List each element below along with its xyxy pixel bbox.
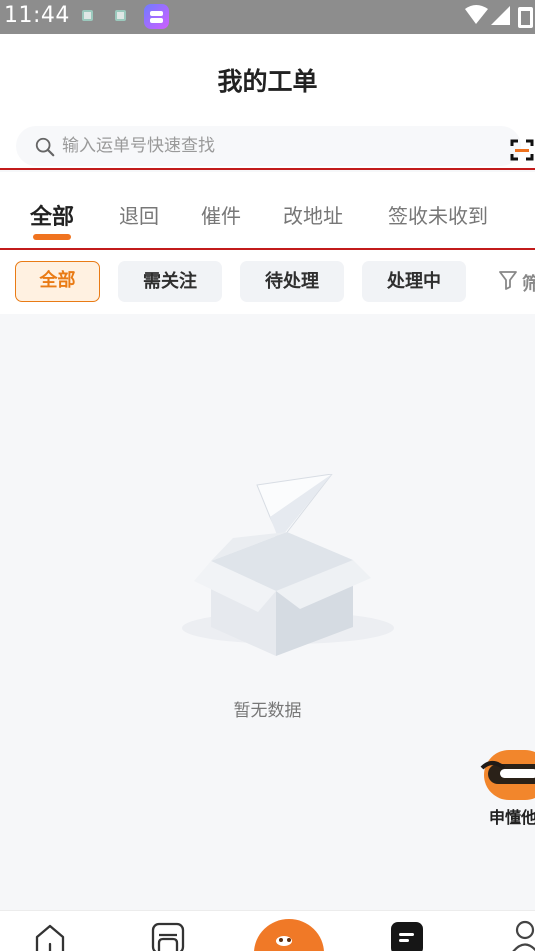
- profile-icon[interactable]: [510, 919, 535, 951]
- app-notification-icon: [144, 4, 169, 29]
- search-box[interactable]: [16, 126, 521, 166]
- tabs: 全部 退回 催件 改地址 签收未收到: [0, 172, 535, 248]
- tab-all[interactable]: 全部: [30, 199, 74, 231]
- assistant-mascot-icon: [480, 750, 535, 800]
- system-status-icons: [465, 5, 533, 28]
- search-icon: [35, 137, 55, 157]
- filter-button[interactable]: 筛: [498, 269, 535, 295]
- wifi-icon: [465, 5, 488, 24]
- empty-box-icon: [182, 474, 394, 656]
- status-bar: 11:44: [0, 0, 535, 34]
- assistant-center-icon[interactable]: [253, 919, 325, 951]
- filter-chip-need-attention[interactable]: 需关注: [118, 261, 222, 302]
- filter-chip-all[interactable]: 全部: [15, 261, 100, 302]
- filter-chip-pending[interactable]: 待处理: [240, 261, 344, 302]
- gallery-notification-icon: [115, 10, 126, 21]
- tab-signed-not-received[interactable]: 签收未收到: [388, 200, 488, 229]
- store-icon[interactable]: [150, 921, 186, 951]
- tab-change-address[interactable]: 改地址: [283, 200, 343, 229]
- gallery-notification-icon: [82, 10, 93, 21]
- filter-button-label: 筛: [522, 274, 535, 295]
- empty-state: 暂无数据: [0, 314, 535, 910]
- scan-icon[interactable]: [509, 137, 535, 163]
- filter-icon: [499, 271, 517, 290]
- floating-assistant-button[interactable]: 申懂他: [478, 750, 535, 830]
- page-title: 我的工单: [217, 67, 318, 96]
- filter-chip-processing[interactable]: 处理中: [362, 261, 466, 302]
- tab-return[interactable]: 退回: [119, 200, 159, 229]
- home-icon[interactable]: [33, 921, 67, 951]
- status-time: 11:44: [4, 3, 70, 28]
- status-filter-chips: 全部 需关注 待处理 处理中: [0, 250, 535, 314]
- work-order-icon[interactable]: [390, 921, 424, 951]
- active-tab-underline: [33, 234, 71, 240]
- cellular-signal-icon: [491, 6, 510, 25]
- bottom-navigation: [0, 910, 535, 951]
- empty-state-message: 暂无数据: [233, 701, 302, 721]
- highlight-border-top: [0, 168, 535, 170]
- assistant-label: 申懂他: [489, 808, 535, 827]
- search-section: [0, 122, 535, 170]
- header: 我的工单: [0, 34, 535, 122]
- search-input[interactable]: [62, 131, 482, 161]
- tab-urge[interactable]: 催件: [201, 200, 241, 229]
